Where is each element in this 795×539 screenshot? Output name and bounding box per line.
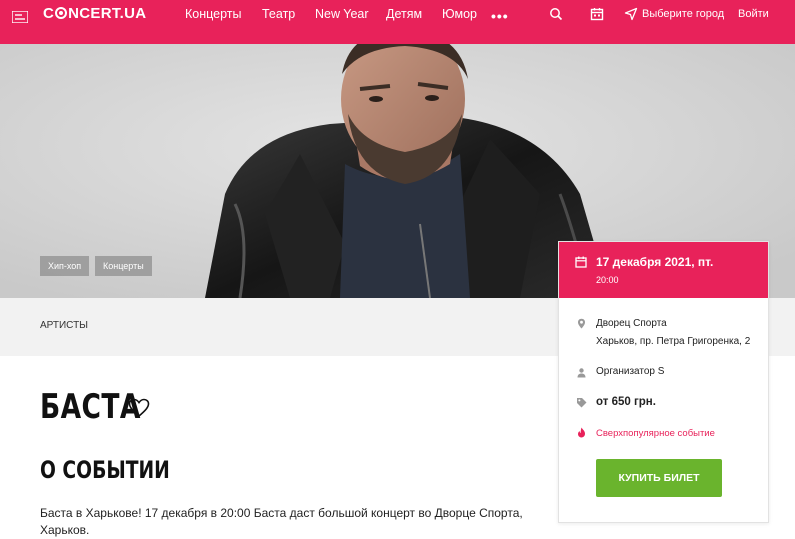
tag-hiphop[interactable]: Хип-хоп xyxy=(40,256,90,276)
login-link[interactable]: Войти xyxy=(738,0,769,28)
city-selector[interactable]: Выберите город xyxy=(642,0,724,28)
logo-text-end: NCERT.UA xyxy=(68,5,147,22)
nav-new-year[interactable]: New Year xyxy=(315,0,369,28)
send-location-icon[interactable] xyxy=(624,7,638,21)
nav-concerts[interactable]: Концерты xyxy=(185,0,242,28)
popular-badge: Сверхпопулярное событие xyxy=(596,428,715,439)
menu-icon[interactable] xyxy=(12,11,28,23)
event-description: Баста в Харькове! 17 декабря в 20:00 Бас… xyxy=(40,506,523,537)
calendar-icon[interactable] xyxy=(590,7,604,21)
about-heading: О СОБЫТИИ xyxy=(40,456,170,484)
event-date: 17 декабря 2021, пт. xyxy=(596,255,714,269)
price-tag-icon xyxy=(577,398,587,408)
venue-name[interactable]: Дворец Спорта xyxy=(596,318,667,329)
search-icon[interactable] xyxy=(549,7,563,21)
card-date-header: 17 декабря 2021, пт. 20:00 xyxy=(559,242,768,298)
nav-kids[interactable]: Детям xyxy=(386,0,422,28)
logo-circle-icon xyxy=(55,7,68,19)
organizer[interactable]: Организатор S xyxy=(596,366,664,377)
nav-humor[interactable]: Юмор xyxy=(442,0,477,28)
logo-text-start: C xyxy=(43,5,55,22)
fire-icon xyxy=(578,427,585,438)
ticket-price: от 650 грн. xyxy=(596,396,656,408)
event-info-card: 17 декабря 2021, пт. 20:00 Дворец Спорта… xyxy=(558,241,769,523)
site-logo[interactable]: C NCERT.UA xyxy=(43,5,146,22)
breadcrumb-artists[interactable]: АРТИСТЫ xyxy=(40,320,88,331)
buy-ticket-button[interactable]: КУПИТЬ БИЛЕТ xyxy=(596,459,722,497)
nav-more-button[interactable]: ••• xyxy=(491,8,509,24)
person-icon xyxy=(577,368,586,378)
tag-concerts[interactable]: Концерты xyxy=(95,256,152,276)
event-time: 20:00 xyxy=(596,275,619,285)
heart-icon[interactable] xyxy=(128,398,150,418)
nav-theatre[interactable]: Театр xyxy=(262,0,295,28)
location-pin-icon xyxy=(578,318,585,329)
venue-address: Харьков, пр. Петра Григоренка, 2 xyxy=(596,336,751,347)
calendar-icon xyxy=(575,256,587,268)
event-title: БАСТА xyxy=(40,387,141,427)
top-header: C NCERT.UA Концерты Театр New Year Детям … xyxy=(0,0,795,44)
